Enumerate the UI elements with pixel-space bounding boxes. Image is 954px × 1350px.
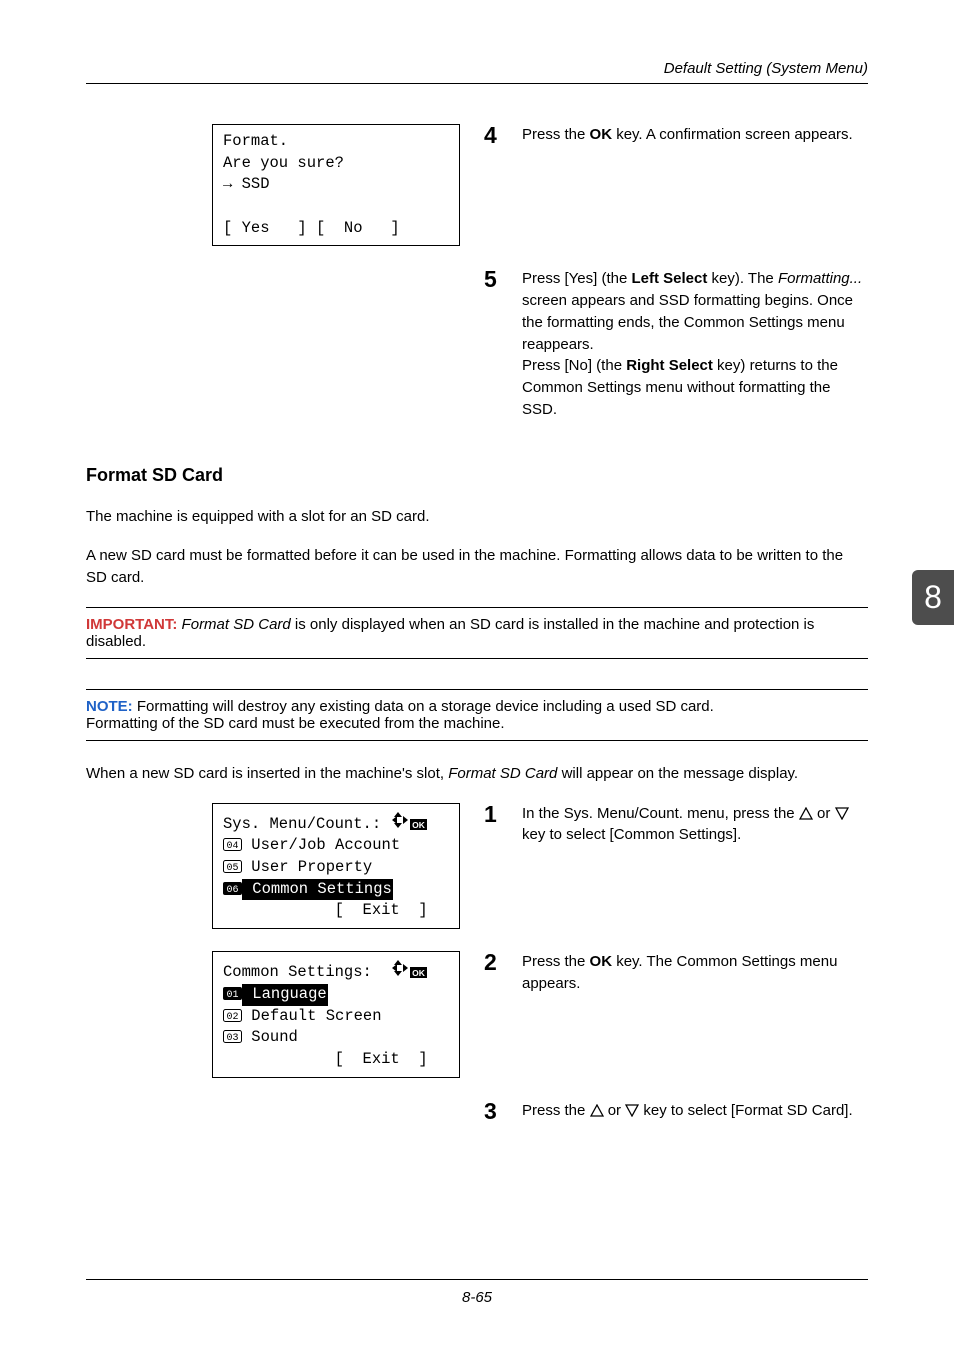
s2a: Press the bbox=[522, 953, 590, 970]
triangle-down-icon bbox=[625, 1104, 639, 1117]
chapter-tab: 8 bbox=[912, 570, 954, 625]
lcd3-i1: Language bbox=[242, 984, 328, 1006]
step-2-num: 2 bbox=[484, 951, 504, 974]
s1a: In the Sys. Menu/Count. menu, press the bbox=[522, 805, 799, 822]
step-1-num: 1 bbox=[484, 803, 504, 826]
s5f: Press [No] (the bbox=[522, 357, 626, 374]
note-t2: Formatting of the SD card must be execut… bbox=[86, 715, 505, 732]
step-5-text: Press [Yes] (the Left Select key). The F… bbox=[522, 268, 868, 420]
svg-text:02: 02 bbox=[226, 1012, 238, 1022]
p3c: will appear on the message display. bbox=[557, 765, 798, 782]
para-insert: When a new SD card is inserted in the ma… bbox=[86, 763, 868, 785]
page-number: 8-65 bbox=[86, 1289, 868, 1306]
para-slot: The machine is equipped with a slot for … bbox=[86, 506, 868, 528]
s3a: Press the bbox=[522, 1102, 590, 1119]
s5a: Press [Yes] (the bbox=[522, 270, 632, 287]
lcd1-l5: [ Yes ] [ No ] bbox=[223, 219, 400, 237]
important-label: IMPORTANT: bbox=[86, 616, 177, 633]
svg-text:01: 01 bbox=[226, 990, 238, 1000]
svg-text:06: 06 bbox=[226, 885, 238, 895]
step-4-num: 4 bbox=[484, 124, 504, 147]
s3b: or bbox=[604, 1102, 626, 1119]
imp-t1: Format SD Card bbox=[177, 616, 290, 633]
triangle-up-icon bbox=[590, 1104, 604, 1117]
lcd2-i2: User Property bbox=[242, 858, 372, 876]
s1c: key to select [Common Settings]. bbox=[522, 826, 741, 843]
s5b: Left Select bbox=[632, 270, 708, 287]
lcd2-exit: [ Exit ] bbox=[335, 901, 428, 919]
lcd1-l3: → SSD bbox=[223, 175, 270, 193]
s3c: key to select [Format SD Card]. bbox=[639, 1102, 852, 1119]
lcd1-l2: Are you sure? bbox=[223, 154, 344, 172]
row-lcd1: Format. Are you sure? → SSD [ Yes ] [ No… bbox=[86, 124, 868, 268]
note-label: NOTE: bbox=[86, 698, 133, 715]
row-lcd2: Sys. Menu/Count.: 04 User/Job Account 05… bbox=[86, 803, 868, 951]
step4-t2: OK bbox=[590, 126, 613, 143]
step-4: 4 Press the OK key. A confirmation scree… bbox=[484, 124, 868, 147]
p3b: Format SD Card bbox=[448, 765, 557, 782]
step-1-text: In the Sys. Menu/Count. menu, press the … bbox=[522, 803, 868, 847]
nav-ok-icon bbox=[390, 958, 410, 984]
header-rule bbox=[86, 83, 868, 84]
para-must-format: A new SD card must be formatted before i… bbox=[86, 545, 868, 589]
lcd3-i1-text: Language bbox=[242, 984, 328, 1006]
nav-ok-icon bbox=[390, 810, 410, 836]
lcd2-i3: Common Settings bbox=[242, 879, 393, 901]
s5e: screen appears and SSD formatting begins… bbox=[522, 292, 853, 353]
lcd2-i1: User/Job Account bbox=[242, 836, 400, 854]
s1b: or bbox=[813, 805, 835, 822]
lcd-sys-menu: Sys. Menu/Count.: 04 User/Job Account 05… bbox=[212, 803, 460, 929]
s5g: Right Select bbox=[626, 357, 713, 374]
lcd-format-confirm: Format. Are you sure? → SSD [ Yes ] [ No… bbox=[212, 124, 460, 246]
step-1: 1 In the Sys. Menu/Count. menu, press th… bbox=[484, 803, 868, 847]
triangle-up-icon bbox=[799, 807, 813, 820]
step-2: 2 Press the OK key. The Common Settings … bbox=[484, 951, 868, 995]
step-2-text: Press the OK key. The Common Settings me… bbox=[522, 951, 868, 995]
ok-icon bbox=[410, 819, 427, 830]
num-box-icon: 05 bbox=[223, 860, 242, 873]
row-step3: 3 Press the or key to select [Format SD … bbox=[86, 1100, 868, 1143]
num-box-inv-icon: 01 bbox=[223, 987, 242, 1000]
triangle-down-icon bbox=[835, 807, 849, 820]
s5c: key). The bbox=[707, 270, 778, 287]
num-box-icon: 03 bbox=[223, 1030, 242, 1043]
s2b: OK bbox=[590, 953, 613, 970]
note-block: NOTE: Formatting will destroy any existi… bbox=[86, 690, 868, 740]
svg-text:05: 05 bbox=[226, 863, 238, 873]
lcd3-i3: Sound bbox=[242, 1028, 298, 1046]
lcd-common-settings: Common Settings: 01 Language 02 Default … bbox=[212, 951, 460, 1077]
svg-text:04: 04 bbox=[226, 841, 238, 851]
lcd1-l1: Format. bbox=[223, 132, 288, 150]
step4-t3: key. A confirmation screen appears. bbox=[612, 126, 853, 143]
step-3-num: 3 bbox=[484, 1100, 504, 1123]
footer-rule bbox=[86, 1279, 868, 1280]
lcd2-title: Sys. Menu/Count.: bbox=[223, 815, 381, 833]
num-box-icon: 04 bbox=[223, 838, 242, 851]
ok-icon bbox=[410, 967, 427, 978]
step-5: 5 Press [Yes] (the Left Select key). The… bbox=[484, 268, 868, 420]
row-lcd3: Common Settings: 01 Language 02 Default … bbox=[86, 951, 868, 1099]
step-4-text: Press the OK key. A confirmation screen … bbox=[522, 124, 853, 146]
important-block: IMPORTANT: Format SD Card is only displa… bbox=[86, 608, 868, 658]
heading-format-sd: Format SD Card bbox=[86, 465, 868, 486]
note-t1: Formatting will destroy any existing dat… bbox=[133, 698, 714, 715]
s5d: Formatting... bbox=[778, 270, 862, 287]
num-box-inv-icon: 06 bbox=[223, 882, 242, 895]
step4-t1: Press the bbox=[522, 126, 590, 143]
lcd3-title: Common Settings: bbox=[223, 963, 372, 981]
p3a: When a new SD card is inserted in the ma… bbox=[86, 765, 448, 782]
num-box-icon: 02 bbox=[223, 1009, 242, 1022]
step-3-text: Press the or key to select [Format SD Ca… bbox=[522, 1100, 853, 1122]
lcd3-exit: [ Exit ] bbox=[335, 1050, 428, 1068]
running-header: Default Setting (System Menu) bbox=[86, 60, 868, 77]
row-step5: 5 Press [Yes] (the Left Select key). The… bbox=[86, 268, 868, 440]
lcd3-i2: Default Screen bbox=[242, 1007, 382, 1025]
step-5-num: 5 bbox=[484, 268, 504, 291]
svg-text:03: 03 bbox=[226, 1033, 238, 1043]
step-3: 3 Press the or key to select [Format SD … bbox=[484, 1100, 868, 1123]
